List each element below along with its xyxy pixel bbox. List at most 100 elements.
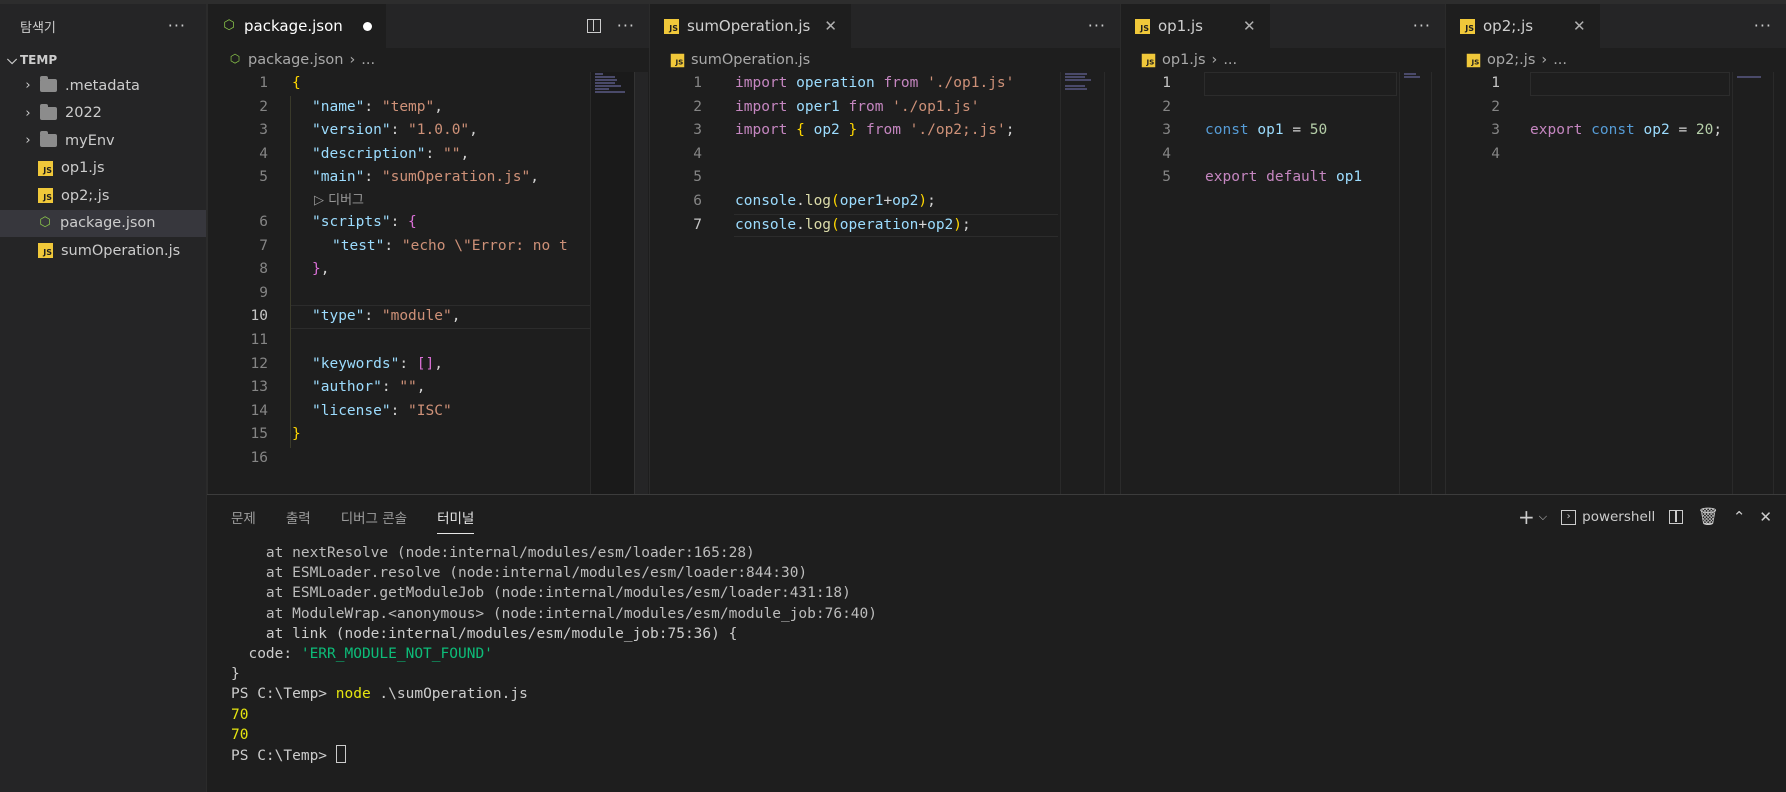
line-number: 13	[250, 379, 268, 396]
tree-file-op1[interactable]: JS op1.js	[0, 155, 206, 183]
js-file-icon: JS	[1460, 18, 1475, 34]
minimap[interactable]	[1060, 72, 1104, 494]
line-number: 2	[1162, 98, 1171, 115]
line-number: 1	[259, 75, 268, 91]
nodejs-file-icon: ⬡	[229, 52, 241, 67]
new-terminal-icon[interactable]: +	[1518, 505, 1535, 529]
close-icon[interactable]: ✕	[1573, 17, 1586, 35]
tree-folder-metadata[interactable]: › .metadata	[0, 72, 206, 100]
trash-icon[interactable]: 🗑	[1697, 507, 1719, 527]
folder-icon	[40, 103, 57, 120]
chevron-up-icon[interactable]: ⌃	[1733, 508, 1746, 526]
code-line: import { op2 } from './op2;.js';	[735, 122, 1015, 139]
tab-op2[interactable]: JS op2;.js ✕	[1446, 4, 1600, 48]
line-number: 11	[250, 332, 268, 348]
current-line-highlight	[1204, 72, 1397, 96]
breadcrumb-more[interactable]: ...	[1223, 52, 1237, 68]
minimap[interactable]	[1732, 72, 1776, 494]
more-actions-icon[interactable]: ···	[617, 18, 635, 34]
code-line: "license": "ISC"	[312, 402, 452, 419]
js-file-icon: JS	[1466, 53, 1481, 67]
breadcrumb-file[interactable]: package.json	[248, 52, 343, 68]
tab-problems[interactable]: 문제	[231, 507, 256, 527]
line-number: 6	[693, 193, 702, 209]
more-actions-icon[interactable]: ···	[1413, 18, 1431, 34]
line-number: 1	[1491, 75, 1500, 91]
minimap[interactable]	[590, 72, 634, 494]
terminal-output-line: 70	[231, 706, 249, 723]
unsaved-dot-icon[interactable]	[362, 21, 372, 31]
tab-terminal[interactable]: 터미널	[437, 507, 475, 534]
tree-file-op2[interactable]: JS op2;.js	[0, 182, 206, 210]
editor-pane-sumoperation: JS sumOperation.js ✕ ··· JS sumOperation…	[649, 4, 1120, 494]
tab-label: sumOperation.js	[687, 17, 811, 35]
tab-debug-console[interactable]: 디버그 콘솔	[341, 507, 407, 527]
line-number: 1	[693, 75, 702, 91]
terminal-output[interactable]: at nextResolve (node:internal/modules/es…	[231, 543, 877, 766]
indent-guide	[290, 95, 291, 448]
close-icon[interactable]: ✕	[1243, 17, 1256, 35]
line-number: 3	[259, 122, 268, 139]
breadcrumb: JS op1.js › ...	[1121, 48, 1445, 72]
tree-item-label: op1.js	[61, 160, 105, 177]
tree-file-sumoperation[interactable]: JS sumOperation.js	[0, 237, 206, 265]
breadcrumb-separator-icon: ›	[1541, 52, 1548, 68]
more-actions-icon[interactable]: ···	[1088, 18, 1106, 34]
debug-codelens[interactable]: ▷ 디버그	[314, 189, 364, 213]
scrollbar[interactable]	[1431, 72, 1445, 494]
breadcrumb: JS op2;.js › ...	[1446, 48, 1786, 72]
tab-bar: JS op2;.js ✕ ···	[1446, 4, 1786, 48]
split-editor-icon[interactable]	[586, 19, 601, 33]
terminal-line: code:	[231, 646, 301, 663]
scrollbar[interactable]	[634, 72, 648, 494]
folder-icon	[40, 131, 57, 148]
code-line: export default op1	[1205, 169, 1363, 186]
breadcrumb-more[interactable]: ...	[361, 52, 375, 68]
tab-output[interactable]: 출력	[286, 507, 311, 527]
breadcrumb-file[interactable]: sumOperation.js	[691, 52, 810, 68]
chevron-down-icon[interactable]: ⌵	[1539, 510, 1547, 524]
tab-bar: JS sumOperation.js ✕ ···	[650, 4, 1120, 48]
chevron-right-icon: ›	[25, 105, 31, 121]
scrollbar[interactable]	[1104, 72, 1118, 494]
code-line: {	[292, 75, 301, 91]
tab-label: op1.js	[1158, 17, 1203, 35]
tree-folder-2022[interactable]: › 2022	[0, 100, 206, 128]
code-line: "scripts": {	[312, 214, 417, 230]
terminal-cursor[interactable]	[335, 745, 346, 764]
terminal-line: at nextResolve (node:internal/modules/es…	[231, 545, 755, 561]
workspace-section[interactable]: ⌵ TEMP	[0, 48, 206, 72]
breadcrumb-more[interactable]: ...	[1553, 52, 1567, 68]
breadcrumb-file[interactable]: op1.js	[1162, 52, 1206, 68]
code-line: "main": "sumOperation.js",	[312, 169, 539, 186]
line-number: 2	[1491, 98, 1500, 115]
more-actions-icon[interactable]: ···	[1754, 18, 1772, 34]
tab-bar: JS op1.js ✕ ···	[1121, 4, 1445, 48]
tab-package-json[interactable]: ⬡ package.json	[208, 4, 386, 48]
close-icon[interactable]: ✕	[824, 17, 837, 35]
tab-op1[interactable]: JS op1.js ✕	[1121, 4, 1270, 48]
more-actions-icon[interactable]: ···	[168, 18, 186, 34]
code-line: "name": "temp",	[312, 98, 443, 115]
breadcrumb-file[interactable]: op2;.js	[1487, 52, 1535, 68]
close-icon[interactable]: ✕	[1759, 508, 1772, 526]
line-number: 5	[1162, 169, 1171, 186]
tree-folder-myenv[interactable]: › myEnv	[0, 127, 206, 155]
line-number: 14	[250, 402, 268, 419]
js-file-icon: JS	[38, 188, 53, 204]
terminal-selector[interactable]: › powershell	[1561, 509, 1655, 525]
code-line: import operation from './op1.js'	[735, 75, 1015, 91]
editor-pane-op2: JS op2;.js ✕ ··· JS op2;.js › ... 1 2 3 …	[1445, 4, 1786, 494]
terminal-command: node	[335, 686, 371, 703]
tree-item-label: op2;.js	[61, 187, 110, 204]
code-line: },	[312, 261, 330, 278]
vscode-window: 탐색기 ··· ⌵ TEMP › .metadata › 2022 › myEn…	[0, 0, 1786, 792]
tab-sumoperation[interactable]: JS sumOperation.js ✕	[650, 4, 851, 48]
line-number: 6	[259, 214, 268, 230]
line-number: 15	[250, 426, 268, 443]
tree-file-package-json[interactable]: ⬡ package.json	[0, 209, 206, 237]
line-number: 12	[250, 355, 268, 372]
split-terminal-icon[interactable]	[1669, 510, 1684, 524]
scrollbar[interactable]	[1773, 72, 1786, 494]
code-line: "type": "module",	[312, 308, 461, 325]
